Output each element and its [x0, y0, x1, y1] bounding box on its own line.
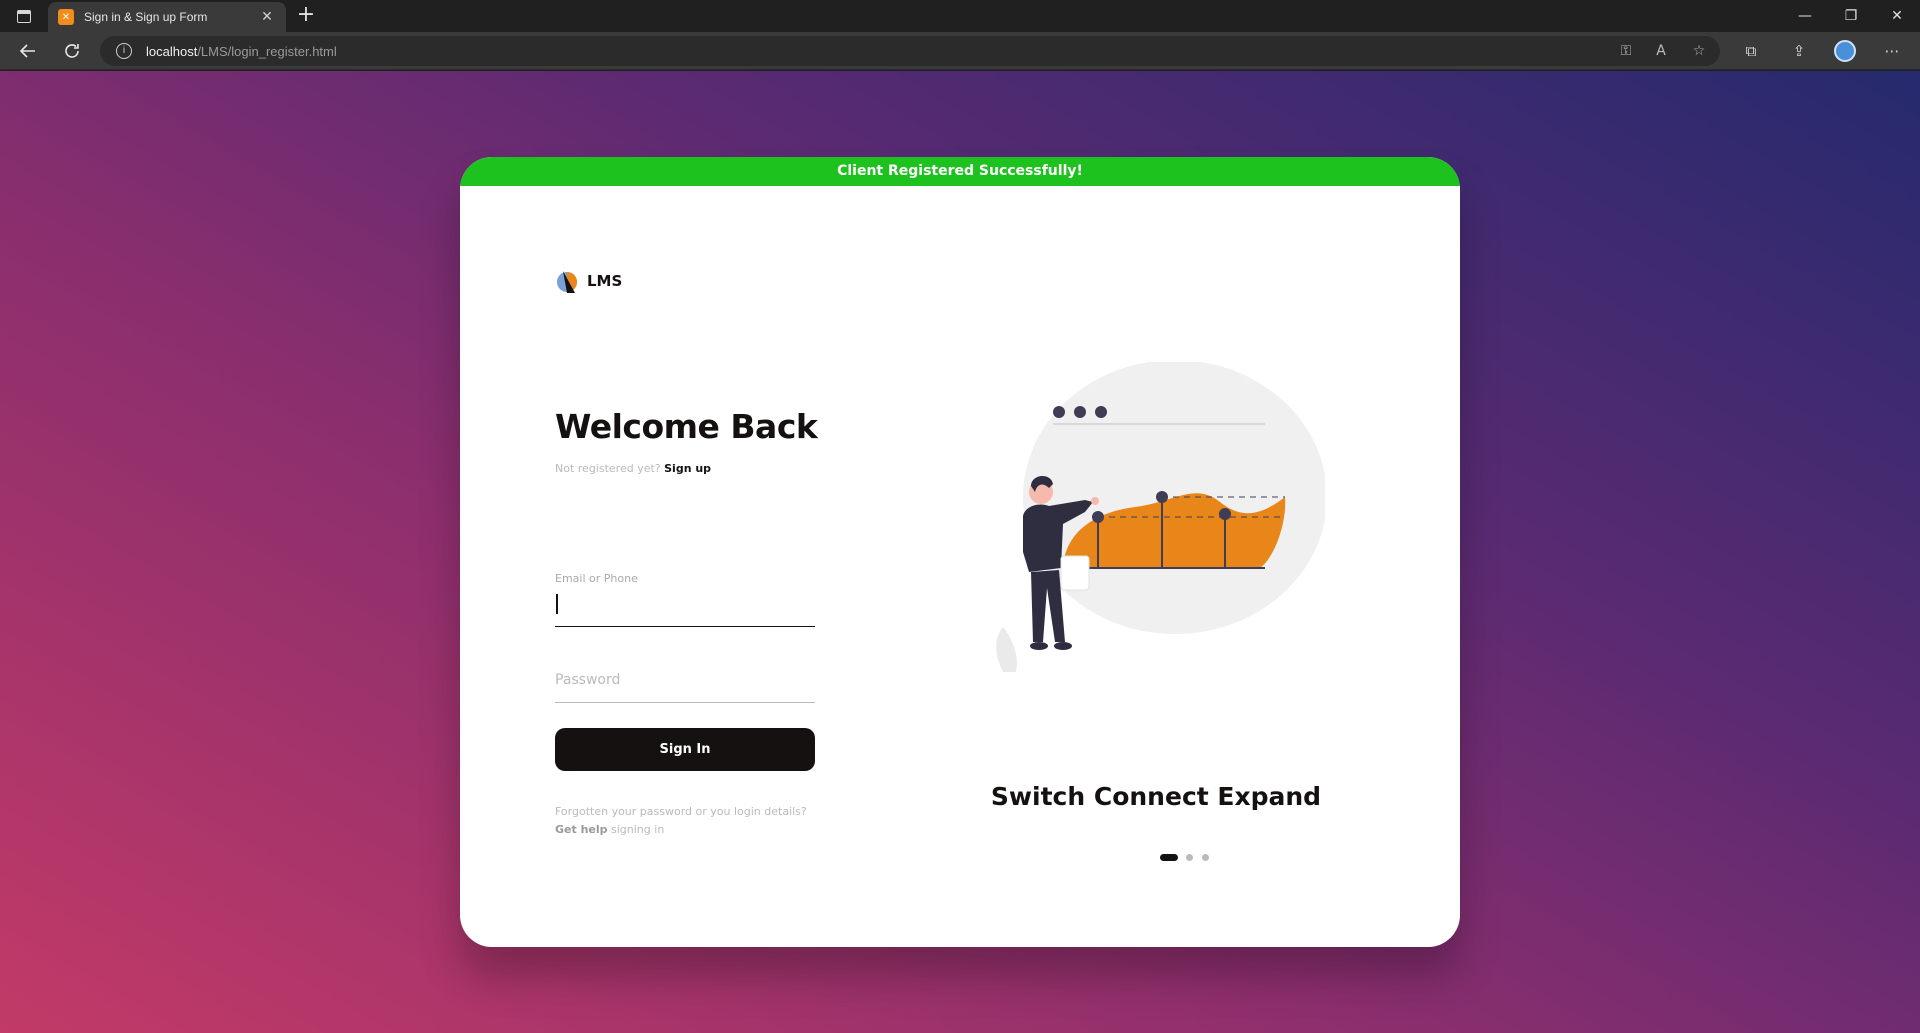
sign-in-button[interactable]: Sign In	[555, 728, 815, 771]
browser-toolbar: i localhost/LMS/login_register.html ⚿ A …	[0, 32, 1920, 70]
reload-icon	[65, 44, 79, 58]
email-field[interactable]: Email or Phone	[555, 572, 815, 627]
signing-in-text: signing in	[607, 823, 665, 836]
welcome-heading: Welcome Back	[555, 407, 818, 446]
carousel-dot-2[interactable]	[1186, 854, 1193, 861]
tab-actions-button[interactable]	[12, 6, 36, 26]
profile-avatar[interactable]	[1834, 40, 1856, 62]
key-icon[interactable]: ⚿	[1615, 40, 1637, 62]
help-line: Forgotten your password or you login det…	[555, 805, 807, 818]
login-card: Client Registered Successfully! LMS Welc…	[460, 157, 1460, 947]
page-background: Client Registered Successfully! LMS Welc…	[0, 71, 1920, 1033]
analytics-illustration	[996, 362, 1325, 672]
signup-prompt: Not registered yet? Sign up	[555, 462, 711, 475]
tab-actions-icon	[17, 9, 31, 23]
password-placeholder: Password	[555, 672, 621, 688]
password-field[interactable]: Password	[555, 667, 815, 703]
reload-button[interactable]	[56, 36, 88, 66]
text-caret	[556, 594, 558, 614]
logo-icon	[557, 271, 577, 293]
dot-3	[1095, 406, 1107, 418]
more-menu-icon[interactable]: ⋯	[1880, 40, 1904, 62]
url-host: localhost	[146, 43, 198, 59]
read-aloud-icon[interactable]: A	[1650, 40, 1672, 62]
minimize-button[interactable]: —	[1782, 0, 1828, 32]
extensions-icon[interactable]: ⧉	[1739, 40, 1763, 62]
tab-title: Sign in & Sign up Form	[84, 10, 208, 24]
logo-text: LMS	[587, 272, 623, 290]
dot-1	[1053, 406, 1065, 418]
new-tab-button[interactable]: +	[293, 3, 319, 29]
address-bar[interactable]: i localhost/LMS/login_register.html	[100, 36, 1720, 66]
favorite-star-icon[interactable]: ☆	[1688, 40, 1710, 62]
get-help-link[interactable]: Get help	[555, 823, 608, 836]
signup-link[interactable]: Sign up	[664, 462, 711, 475]
tab-close-icon[interactable]: ✕	[258, 9, 276, 25]
carousel-dot-3[interactable]	[1202, 854, 1209, 861]
restore-button[interactable]: ❐	[1828, 0, 1874, 32]
share-icon[interactable]: ⇪	[1787, 40, 1811, 62]
carousel-indicators	[1160, 854, 1218, 861]
help-text: Forgotten your password or you login det…	[555, 803, 807, 839]
arrow-left-icon	[19, 44, 35, 58]
carousel-slogan: Switch Connect Expand	[990, 782, 1322, 811]
url-path: /LMS/login_register.html	[197, 43, 337, 59]
dot-2	[1074, 406, 1086, 418]
carousel-dot-1[interactable]	[1160, 854, 1178, 861]
browser-titlebar: ✕ Sign in & Sign up Form ✕ + — ❐ ✕	[0, 0, 1920, 32]
success-banner: Client Registered Successfully!	[460, 157, 1460, 186]
logo[interactable]: LMS	[555, 267, 622, 295]
back-button[interactable]	[12, 36, 44, 66]
close-window-button[interactable]: ✕	[1874, 0, 1920, 32]
email-label: Email or Phone	[555, 572, 638, 585]
browser-tab-active[interactable]: ✕ Sign in & Sign up Form ✕	[48, 2, 286, 32]
favicon-icon: ✕	[58, 9, 74, 25]
site-info-icon[interactable]: i	[116, 43, 132, 59]
not-registered-text: Not registered yet?	[555, 462, 665, 475]
